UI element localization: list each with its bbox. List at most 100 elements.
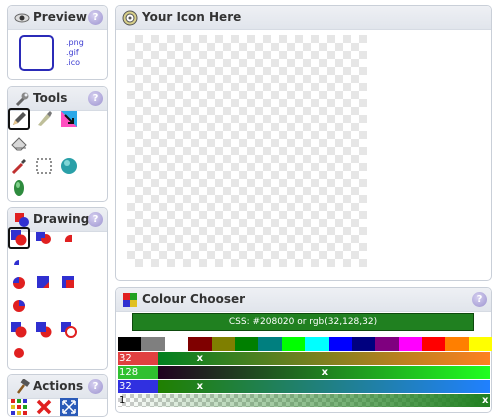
shape-back-icon	[64, 234, 72, 242]
drawing-title: Drawing	[33, 212, 90, 226]
overlap-both-icon	[11, 322, 27, 338]
shape-both-icon	[11, 230, 27, 246]
overlap-front-icon	[36, 322, 52, 338]
dot-icon	[14, 348, 24, 358]
colour-help-icon[interactable]: ?	[472, 292, 487, 307]
fullscreen-button[interactable]	[58, 396, 80, 416]
green-slider[interactable]: 128 x	[118, 366, 490, 379]
rect-split-tool[interactable]	[58, 272, 80, 294]
rect-split-icon	[62, 276, 74, 288]
blue-slider[interactable]: 32 x	[118, 380, 490, 393]
rect-fill-tool[interactable]	[8, 272, 30, 294]
overlap-both-tool[interactable]	[8, 319, 30, 341]
fill-icon	[61, 111, 77, 127]
gradient-icon	[14, 180, 24, 196]
eraser-tool[interactable]	[8, 132, 30, 154]
grid-icon	[11, 399, 27, 415]
palette-swatch[interactable]	[328, 337, 352, 351]
clear-button[interactable]	[33, 396, 55, 416]
marquee-icon	[36, 158, 52, 174]
select-tool[interactable]	[33, 155, 55, 177]
shape-back-tool[interactable]	[58, 227, 80, 249]
palette-swatch[interactable]	[305, 337, 329, 351]
colour-chooser-header: Colour Chooser ?	[116, 288, 491, 312]
hammer-icon	[14, 378, 30, 395]
circle-quarter-icon	[13, 277, 25, 289]
shape-small-icon	[14, 260, 19, 265]
icon-canvas[interactable]	[127, 35, 367, 267]
brush-tool[interactable]	[33, 108, 55, 130]
globe-tool[interactable]	[58, 155, 80, 177]
green-slider-handle[interactable]: x	[322, 366, 328, 379]
blue-slider-handle[interactable]: x	[197, 380, 203, 393]
palette-swatch[interactable]	[422, 337, 446, 351]
alpha-slider-track	[118, 394, 490, 407]
palette-swatch[interactable]	[445, 337, 469, 351]
canvas-header: Your Icon Here	[116, 6, 491, 30]
ico-link[interactable]: .ico	[66, 58, 84, 68]
pencil-tool[interactable]	[8, 108, 30, 130]
globe-icon	[61, 158, 77, 174]
palette-swatch[interactable]	[188, 337, 212, 351]
brush-icon	[38, 111, 52, 126]
canvas-title: Your Icon Here	[142, 10, 242, 24]
icon-preview	[19, 35, 54, 71]
tools-panel: Tools ?	[7, 86, 108, 202]
dot-tool[interactable]	[8, 342, 30, 364]
palette-swatch[interactable]	[468, 337, 493, 351]
rect-corner-tool[interactable]	[33, 272, 55, 294]
eraser-icon	[11, 137, 27, 151]
palette-swatch[interactable]	[281, 337, 306, 351]
alpha-value: 1	[119, 395, 126, 406]
palette-swatch[interactable]	[234, 337, 259, 351]
alpha-slider[interactable]: 1 x	[118, 394, 490, 407]
wrench-icon	[14, 91, 30, 107]
close-icon	[36, 399, 52, 415]
rect-corner-icon	[37, 276, 49, 288]
palette-swatch[interactable]	[118, 337, 142, 351]
overlap-outline-icon	[61, 322, 77, 338]
red-slider-handle[interactable]: x	[197, 352, 203, 365]
actions-title: Actions	[33, 379, 84, 393]
png-link[interactable]: .png	[66, 38, 84, 48]
blue-value: 32	[118, 380, 158, 393]
palette-swatch[interactable]	[211, 337, 235, 351]
preview-panel: Preview ? .png .gif .ico	[7, 5, 108, 80]
tools-help-icon[interactable]: ?	[88, 91, 103, 106]
shape-front-tool[interactable]	[33, 227, 55, 249]
green-value: 128	[118, 366, 158, 379]
drawing-help-icon[interactable]: ?	[88, 212, 103, 227]
palette-icon	[122, 292, 138, 308]
palette-swatch[interactable]	[351, 337, 376, 351]
palette-swatch[interactable]	[375, 337, 399, 351]
gif-link[interactable]: .gif	[66, 48, 84, 58]
overlap-front-tool[interactable]	[33, 319, 55, 341]
circle-split-icon	[13, 300, 25, 312]
palette-swatch[interactable]	[398, 337, 423, 351]
circle-split-tool[interactable]	[8, 295, 30, 317]
eyedropper-icon	[11, 159, 26, 175]
expand-icon	[60, 398, 78, 416]
red-value: 32	[118, 352, 158, 365]
palette-swatch[interactable]	[258, 337, 282, 351]
overlap-outline-tool[interactable]	[58, 319, 80, 341]
red-slider[interactable]: 32 x	[118, 352, 490, 365]
shape-both-tool[interactable]	[8, 227, 30, 249]
gradient-tool[interactable]	[8, 177, 30, 199]
palette-swatch[interactable]	[141, 337, 165, 351]
tools-title: Tools	[33, 91, 68, 105]
preview-header: Preview ?	[8, 6, 107, 30]
target-icon	[122, 10, 138, 26]
preview-help-icon[interactable]: ?	[88, 10, 103, 25]
palette-swatch[interactable]	[164, 337, 189, 351]
actions-help-icon[interactable]: ?	[88, 379, 103, 394]
shapes-icon	[14, 212, 30, 228]
drawing-panel: Drawing ?	[7, 207, 108, 370]
fill-tool[interactable]	[58, 108, 80, 130]
shape-small-tool[interactable]	[8, 250, 30, 272]
alpha-slider-handle[interactable]: x	[482, 394, 488, 407]
colour-chooser-title: Colour Chooser	[142, 292, 246, 306]
picker-tool[interactable]	[8, 155, 30, 177]
preview-title: Preview	[33, 10, 88, 24]
grid-button[interactable]	[8, 396, 30, 416]
